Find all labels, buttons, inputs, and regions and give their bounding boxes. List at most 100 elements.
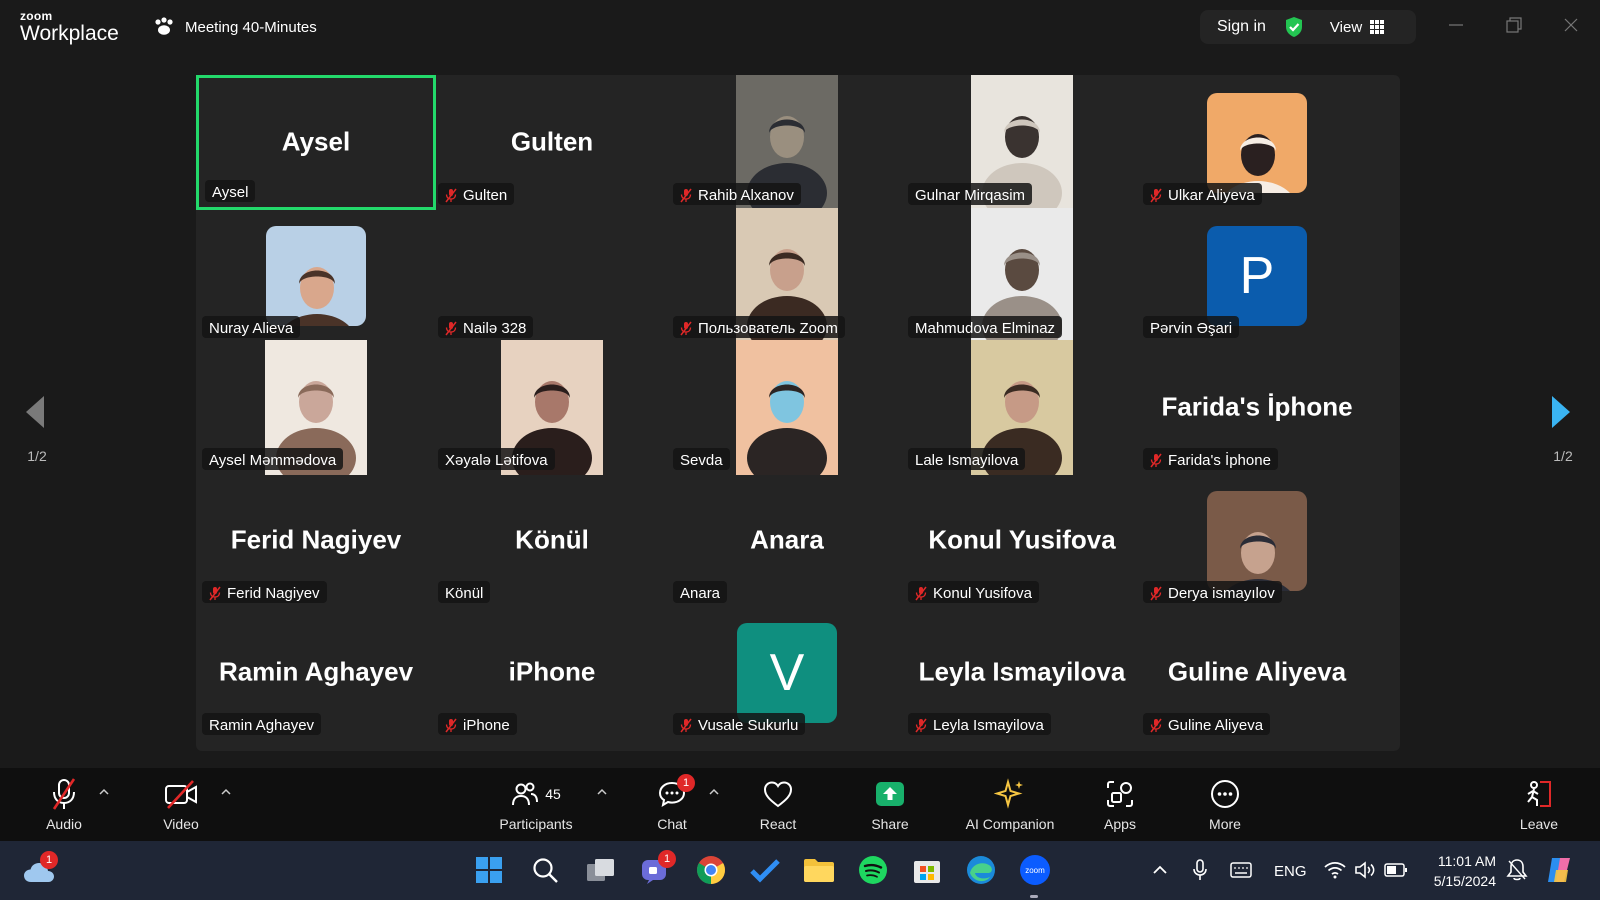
participant-tile[interactable]: Aysel Məmmədova — [196, 340, 436, 475]
battery-icon[interactable] — [1384, 862, 1408, 878]
audio-options-chevron-icon[interactable] — [98, 786, 110, 798]
video-button[interactable]: Video — [156, 768, 206, 841]
participant-tile[interactable]: P Pərvin Əşari — [1137, 208, 1377, 343]
close-icon[interactable] — [1562, 16, 1580, 34]
participant-name-label: Derya ismayılov — [1143, 581, 1282, 603]
participants-button[interactable]: 45 Participants — [488, 768, 584, 841]
participants-icon — [512, 782, 539, 806]
participant-name: Anara — [680, 584, 721, 602]
participant-tile[interactable]: Ferid Nagiyev Ferid Nagiyev — [196, 473, 436, 608]
spotify-taskbar[interactable] — [856, 853, 890, 887]
participant-name-label: Gulnar Mirqasim — [908, 183, 1033, 205]
leave-button[interactable]: Leave — [1512, 768, 1566, 841]
participant-name: Ferid Nagiyev — [227, 584, 320, 602]
next-page-button[interactable]: 1/2 — [1548, 395, 1578, 464]
sign-in-button[interactable]: Sign in — [1217, 18, 1266, 36]
edge-icon — [967, 856, 995, 884]
wifi-icon[interactable] — [1324, 861, 1346, 879]
participant-tile[interactable]: Xəyalə Lətifova — [432, 340, 672, 475]
participant-tile[interactable]: Sevda — [667, 340, 907, 475]
participant-tile[interactable]: Rahib Alxanov — [667, 75, 907, 210]
start-button[interactable] — [472, 853, 506, 887]
react-button[interactable]: React — [756, 768, 800, 841]
participant-tile[interactable]: Nuray Alieva — [196, 208, 436, 343]
participant-tile[interactable]: Konul Yusifova Konul Yusifova — [902, 473, 1142, 608]
chat-options-chevron-icon[interactable] — [708, 786, 720, 798]
edge-taskbar[interactable] — [964, 853, 998, 887]
teams-chat-taskbar[interactable]: 1 — [638, 850, 676, 887]
participant-tile[interactable]: Lale Ismayilova — [902, 340, 1142, 475]
page-indicator-right: 1/2 — [1553, 448, 1573, 464]
participant-tile[interactable]: Anara Anara — [667, 473, 907, 608]
participant-name-label: Ramin Aghayev — [202, 713, 322, 735]
participant-name-label: Vusale Sukurlu — [673, 713, 806, 735]
participant-name-label: Farida's İphone — [1143, 448, 1278, 470]
profile-photo — [1207, 491, 1307, 591]
participant-tile[interactable]: Farida's İphone Farida's İphone — [1137, 340, 1377, 475]
participant-tile[interactable]: Aysel Aysel — [196, 75, 436, 210]
participant-tile[interactable]: Gulten Gulten — [432, 75, 672, 210]
zoom-app-icon-text: zoom — [1025, 866, 1045, 875]
participant-tile[interactable]: Könül Könül — [432, 473, 672, 608]
restore-icon[interactable] — [1505, 16, 1523, 34]
zoom-taskbar[interactable]: zoom — [1018, 853, 1052, 887]
participant-tile[interactable]: Ramin Aghayev Ramin Aghayev — [196, 605, 436, 740]
share-button[interactable]: Share — [868, 768, 912, 841]
weather-widget[interactable]: 1 — [22, 851, 58, 887]
participant-tile[interactable]: Nailə 328 — [432, 208, 672, 343]
view-button[interactable]: View — [1330, 19, 1385, 36]
participant-tile[interactable]: V Vusale Sukurlu — [667, 605, 907, 740]
participant-name: Mahmudova Elminaz — [915, 319, 1056, 337]
search-button[interactable] — [528, 853, 562, 887]
participant-tile[interactable]: Derya ismayılov — [1137, 473, 1377, 608]
todo-taskbar[interactable] — [748, 853, 782, 887]
participant-tile[interactable]: Leyla Ismayilova Leyla Ismayilova — [902, 605, 1142, 740]
chevron-up-icon[interactable] — [1152, 863, 1168, 877]
participant-display-name: Könül — [515, 524, 589, 554]
audio-button[interactable]: Audio — [38, 768, 90, 841]
chrome-taskbar[interactable] — [694, 853, 728, 887]
more-button[interactable]: More — [1202, 768, 1248, 841]
participants-options-chevron-icon[interactable] — [596, 786, 608, 798]
apps-label: Apps — [1104, 816, 1136, 832]
participants-label: Participants — [499, 816, 573, 832]
chat-label: Chat — [657, 816, 687, 832]
participant-name: Sevda — [680, 451, 723, 469]
chat-button[interactable]: 1 Chat — [652, 768, 695, 841]
keyboard-icon[interactable] — [1230, 861, 1252, 879]
mic-muted-icon — [1150, 586, 1162, 600]
participant-tile[interactable]: Mahmudova Elminaz — [902, 208, 1142, 343]
participant-tile[interactable]: Guline Aliyeva Guline Aliyeva — [1137, 605, 1377, 740]
store-taskbar[interactable] — [910, 853, 944, 887]
minimize-icon[interactable] — [1447, 16, 1465, 34]
language-indicator[interactable]: ENG — [1274, 863, 1307, 880]
participant-display-name: Guline Aliyeva — [1167, 656, 1347, 686]
title-bar: zoom Workplace Meeting 40-Minutes Sign i… — [0, 0, 1600, 56]
microphone-tray-icon[interactable] — [1192, 858, 1208, 882]
shield-check-icon[interactable] — [1284, 16, 1304, 38]
clock-date[interactable]: 5/15/2024 — [1426, 873, 1496, 889]
page-indicator-left: 1/2 — [27, 448, 47, 464]
participant-name: Rahib Alxanov — [698, 186, 794, 204]
notification-bell-icon[interactable] — [1506, 858, 1528, 882]
participant-tile[interactable]: Ulkar Aliyeva — [1137, 75, 1377, 210]
meeting-info[interactable]: Meeting 40-Minutes — [153, 17, 317, 37]
apps-button[interactable]: Apps — [1098, 768, 1142, 841]
participant-name-label: Aysel — [205, 180, 256, 202]
arrow-left-icon — [26, 396, 44, 428]
participant-name: Aysel Məmmədova — [209, 451, 337, 469]
participant-name-label: Ulkar Aliyeva — [1143, 183, 1262, 205]
file-explorer-taskbar[interactable] — [802, 853, 836, 887]
clock-time[interactable]: 11:01 AM — [1432, 853, 1496, 869]
participant-name-label: Пользователь Zoom — [673, 316, 845, 338]
previous-page-button[interactable]: 1/2 — [22, 395, 52, 464]
participant-tile[interactable]: iPhone iPhone — [432, 605, 672, 740]
volume-icon[interactable] — [1354, 861, 1376, 879]
copilot-icon[interactable] — [1544, 854, 1576, 886]
participant-tile[interactable]: Пользователь Zoom — [667, 208, 907, 343]
participants-count: 45 — [545, 786, 561, 802]
ai-companion-button[interactable]: AI Companion — [960, 768, 1060, 841]
participant-tile[interactable]: Gulnar Mirqasim — [902, 75, 1142, 210]
task-view-button[interactable] — [584, 853, 618, 887]
video-options-chevron-icon[interactable] — [220, 786, 232, 798]
